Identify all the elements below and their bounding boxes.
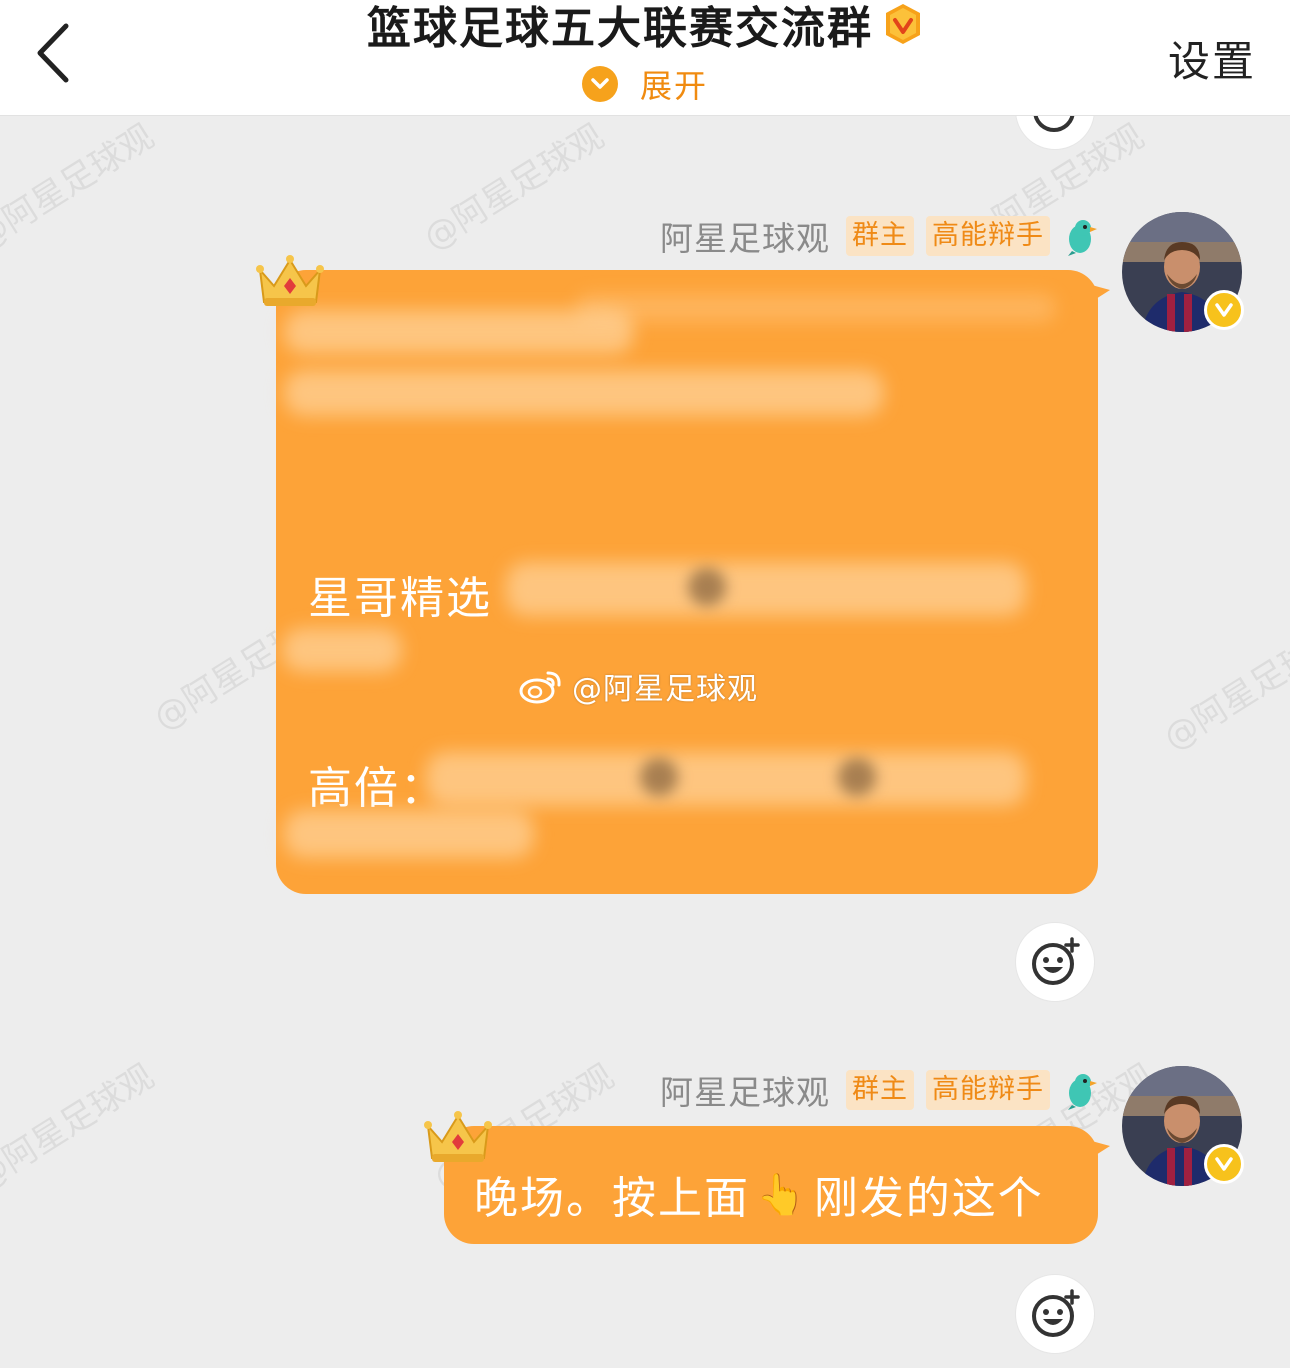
watermark: @阿星足球观: [0, 116, 161, 259]
crown-icon: [256, 255, 324, 306]
sender-name[interactable]: 阿星足球观: [660, 1066, 830, 1114]
message-text-after: 刚发的这个: [813, 1173, 1044, 1224]
expand-button[interactable]: 展开: [0, 62, 1290, 106]
title-tag: 高能辩手: [926, 1070, 1050, 1110]
redacted-mark: [688, 568, 726, 606]
group-title: 篮球足球五大联赛交流群: [367, 3, 873, 54]
weibo-watermark: @阿星足球观: [518, 664, 758, 708]
message-line: 星哥精选: [308, 573, 492, 624]
bird-icon: [1068, 1074, 1097, 1110]
bubble-tail: [1088, 1140, 1110, 1160]
group-title-row[interactable]: 篮球足球五大联赛交流群: [0, 0, 1290, 56]
message-bubble[interactable]: 星哥精选 高倍：: [276, 270, 1110, 894]
avatar[interactable]: [1122, 1066, 1244, 1186]
message-text: 晚场。按上面 👆 刚发的这个: [474, 1162, 1044, 1226]
redacted-mark: [838, 758, 876, 796]
expand-chevron-icon: [581, 66, 618, 102]
emoji-react-button[interactable]: [1015, 922, 1095, 1002]
verified-v-icon: [1204, 1144, 1244, 1184]
weibo-icon: [519, 671, 561, 704]
verified-v-icon: [1204, 290, 1244, 330]
bubble-tail: [1088, 284, 1110, 304]
redacted-text: [282, 628, 402, 672]
redacted-text: [284, 370, 884, 416]
emoji-react-icon: [1032, 1289, 1080, 1337]
crown-icon: [424, 1111, 492, 1162]
redacted-text: [426, 752, 1026, 806]
sender-name[interactable]: 阿星足球观: [660, 212, 830, 260]
watermark: @阿星足球观: [416, 116, 611, 259]
role-tag-owner: 群主: [846, 1070, 914, 1110]
watermark: @阿星足球观: [1156, 616, 1290, 759]
expand-label: 展开: [639, 67, 708, 105]
sender-line: 阿星足球观 群主 高能辩手: [660, 1068, 1098, 1112]
watermark: @阿星足球观: [0, 1056, 161, 1199]
chat-header: 篮球足球五大联赛交流群 展开 设置: [0, 0, 1290, 116]
redacted-text: [576, 294, 1056, 322]
redacted-text: [284, 810, 534, 858]
bird-icon: [1068, 220, 1097, 256]
verified-v-icon: [886, 4, 920, 44]
avatar[interactable]: [1122, 212, 1244, 332]
pointing-up-emoji: 👆: [756, 1171, 808, 1218]
message-text-before: 晚场。按上面: [474, 1173, 750, 1224]
settings-button[interactable]: 设置: [1168, 28, 1256, 89]
redacted-text: [506, 562, 1026, 616]
redacted-mark: [640, 758, 678, 796]
weibo-handle: @阿星足球观: [572, 672, 758, 707]
emoji-react-button[interactable]: [1015, 1274, 1095, 1354]
role-tag-owner: 群主: [846, 216, 914, 256]
title-tag: 高能辩手: [926, 216, 1050, 256]
sender-line: 阿星足球观 群主 高能辩手: [660, 214, 1098, 258]
emoji-react-icon: [1032, 937, 1080, 985]
message-bubble[interactable]: 晚场。按上面 👆 刚发的这个: [444, 1126, 1110, 1244]
